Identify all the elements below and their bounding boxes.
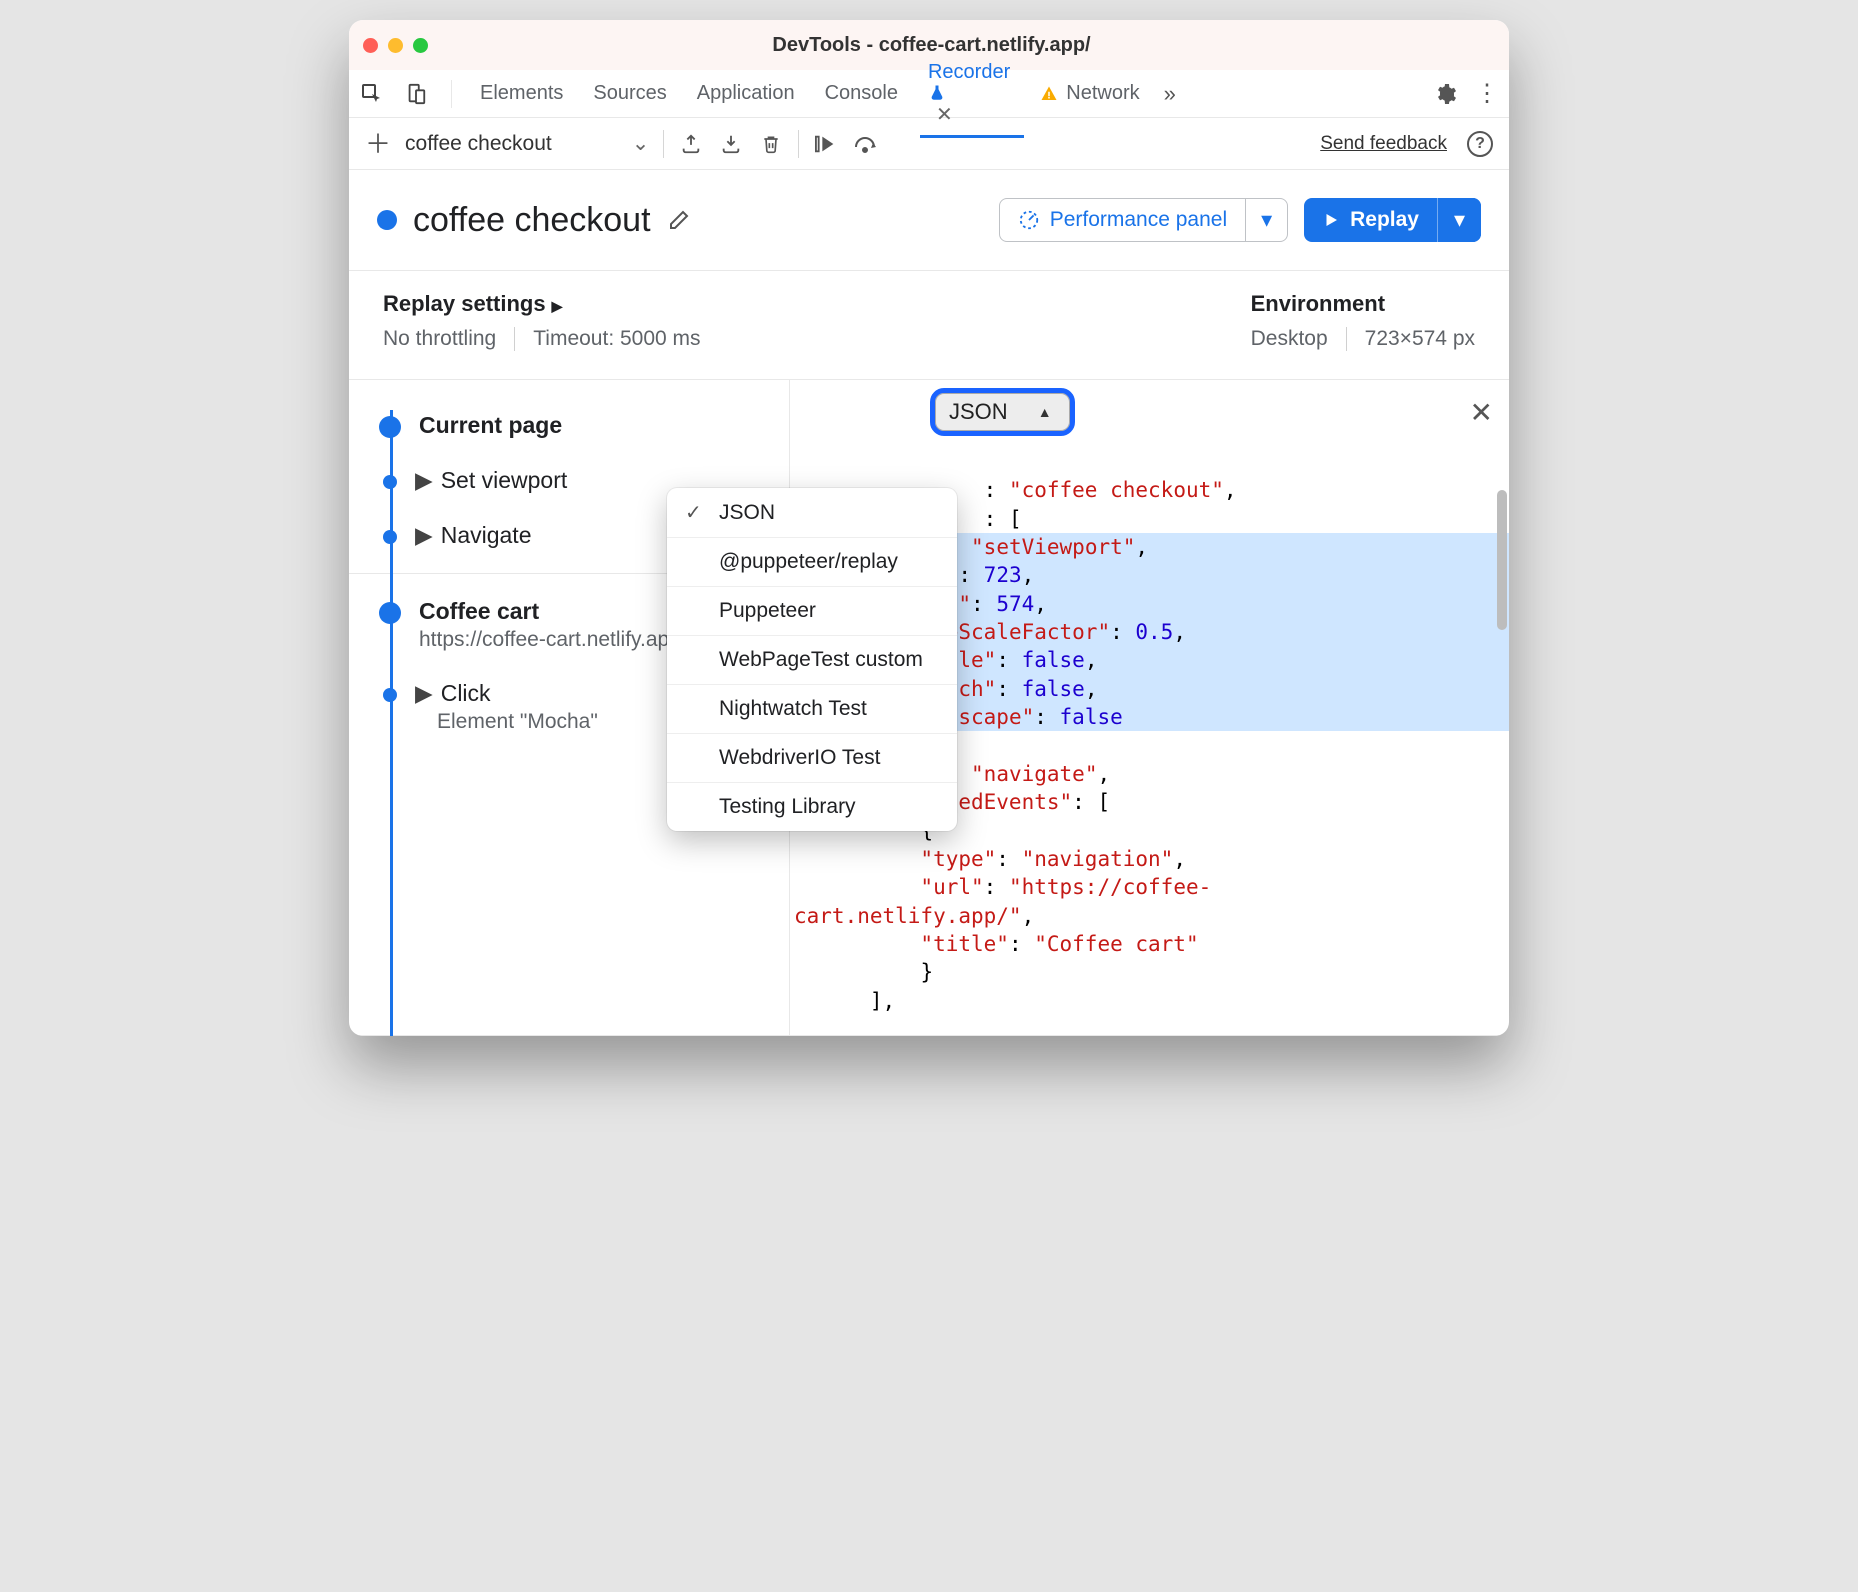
export-icon[interactable] xyxy=(678,131,704,157)
more-menu-icon[interactable]: ⋮ xyxy=(1475,79,1499,108)
format-selected: JSON xyxy=(949,399,1008,425)
maximize-window[interactable] xyxy=(413,38,428,53)
tab-recorder[interactable]: Recorder ✕ xyxy=(922,52,1016,136)
status-dot xyxy=(377,210,397,230)
format-option-webpagetest[interactable]: WebPageTest custom xyxy=(667,636,957,685)
import-icon[interactable] xyxy=(718,131,744,157)
settings-icon[interactable] xyxy=(1433,82,1457,106)
chevron-down-icon: ⌄ xyxy=(632,131,650,156)
throttling-value: No throttling xyxy=(383,327,496,351)
tab-console[interactable]: Console xyxy=(819,73,904,114)
timeout-value: Timeout: 5000 ms xyxy=(533,327,700,351)
tab-application[interactable]: Application xyxy=(691,73,801,114)
send-feedback-link[interactable]: Send feedback xyxy=(1320,133,1447,155)
delete-icon[interactable] xyxy=(758,131,784,157)
recording-title: coffee checkout xyxy=(413,201,651,240)
chevron-right-icon: ▶ xyxy=(415,467,433,493)
traffic-lights xyxy=(363,38,428,53)
replay-dropdown[interactable]: ▾ xyxy=(1437,198,1481,242)
check-icon: ✓ xyxy=(685,500,705,525)
format-selector[interactable]: JSON ▲ xyxy=(930,388,1075,436)
play-icon xyxy=(1322,211,1340,229)
chevron-up-icon: ▲ xyxy=(1038,404,1052,420)
performance-panel-label: Performance panel xyxy=(1050,208,1227,232)
settings-row: Replay settings▶ No throttling Timeout: … xyxy=(349,271,1509,380)
edit-icon[interactable] xyxy=(667,208,691,232)
close-tab-icon[interactable]: ✕ xyxy=(936,104,953,126)
step-current-page[interactable]: Current page xyxy=(379,398,789,453)
format-dropdown: ✓ JSON @puppeteer/replay Puppeteer WebPa… xyxy=(667,488,957,831)
environment-heading: Environment xyxy=(1251,291,1475,317)
step-over-icon[interactable] xyxy=(813,131,839,157)
replay-label: Replay xyxy=(1350,208,1419,232)
performance-panel-button[interactable]: Performance panel ▾ xyxy=(999,198,1288,242)
step-icon[interactable] xyxy=(853,131,879,157)
devtools-tabs: Elements Sources Application Console Rec… xyxy=(349,70,1509,118)
environment-device: Desktop xyxy=(1251,327,1328,351)
format-option-puppeteer[interactable]: Puppeteer xyxy=(667,587,957,636)
recording-name: coffee checkout xyxy=(405,132,552,156)
format-option-testing-library[interactable]: Testing Library xyxy=(667,783,957,831)
tab-recorder-label: Recorder xyxy=(928,61,1010,83)
format-option-nightwatch[interactable]: Nightwatch Test xyxy=(667,685,957,734)
close-window[interactable] xyxy=(363,38,378,53)
help-icon[interactable]: ? xyxy=(1467,131,1493,157)
minimize-window[interactable] xyxy=(388,38,403,53)
more-tabs-icon[interactable]: » xyxy=(1164,81,1176,107)
gauge-icon xyxy=(1018,209,1040,231)
inspect-icon[interactable] xyxy=(359,81,385,107)
new-recording-icon[interactable]: ＋ xyxy=(365,131,391,157)
environment-viewport: 723×574 px xyxy=(1365,327,1475,351)
warning-icon xyxy=(1040,85,1058,103)
chevron-right-icon: ▶ xyxy=(415,680,433,706)
chevron-right-icon: ▶ xyxy=(552,298,563,314)
tab-sources[interactable]: Sources xyxy=(587,73,672,114)
format-option-puppeteer-replay[interactable]: @puppeteer/replay xyxy=(667,538,957,587)
format-option-webdriverio[interactable]: WebdriverIO Test xyxy=(667,734,957,783)
flask-icon xyxy=(928,84,946,102)
format-option-json[interactable]: ✓ JSON xyxy=(667,488,957,538)
replay-button[interactable]: Replay ▾ xyxy=(1304,198,1481,242)
recording-header: coffee checkout Performance panel ▾ Repl… xyxy=(349,170,1509,271)
recording-selector[interactable]: coffee checkout ⌄ xyxy=(405,131,649,156)
tab-network[interactable]: Network xyxy=(1034,73,1145,114)
tab-elements[interactable]: Elements xyxy=(474,73,569,114)
tab-network-label: Network xyxy=(1066,82,1139,105)
performance-panel-dropdown[interactable]: ▾ xyxy=(1245,199,1287,241)
replay-settings-heading[interactable]: Replay settings▶ xyxy=(383,291,701,317)
device-icon[interactable] xyxy=(403,81,429,107)
scrollbar-thumb[interactable] xyxy=(1497,490,1507,630)
close-code-icon[interactable]: ✕ xyxy=(1470,396,1493,429)
chevron-right-icon: ▶ xyxy=(415,522,433,548)
